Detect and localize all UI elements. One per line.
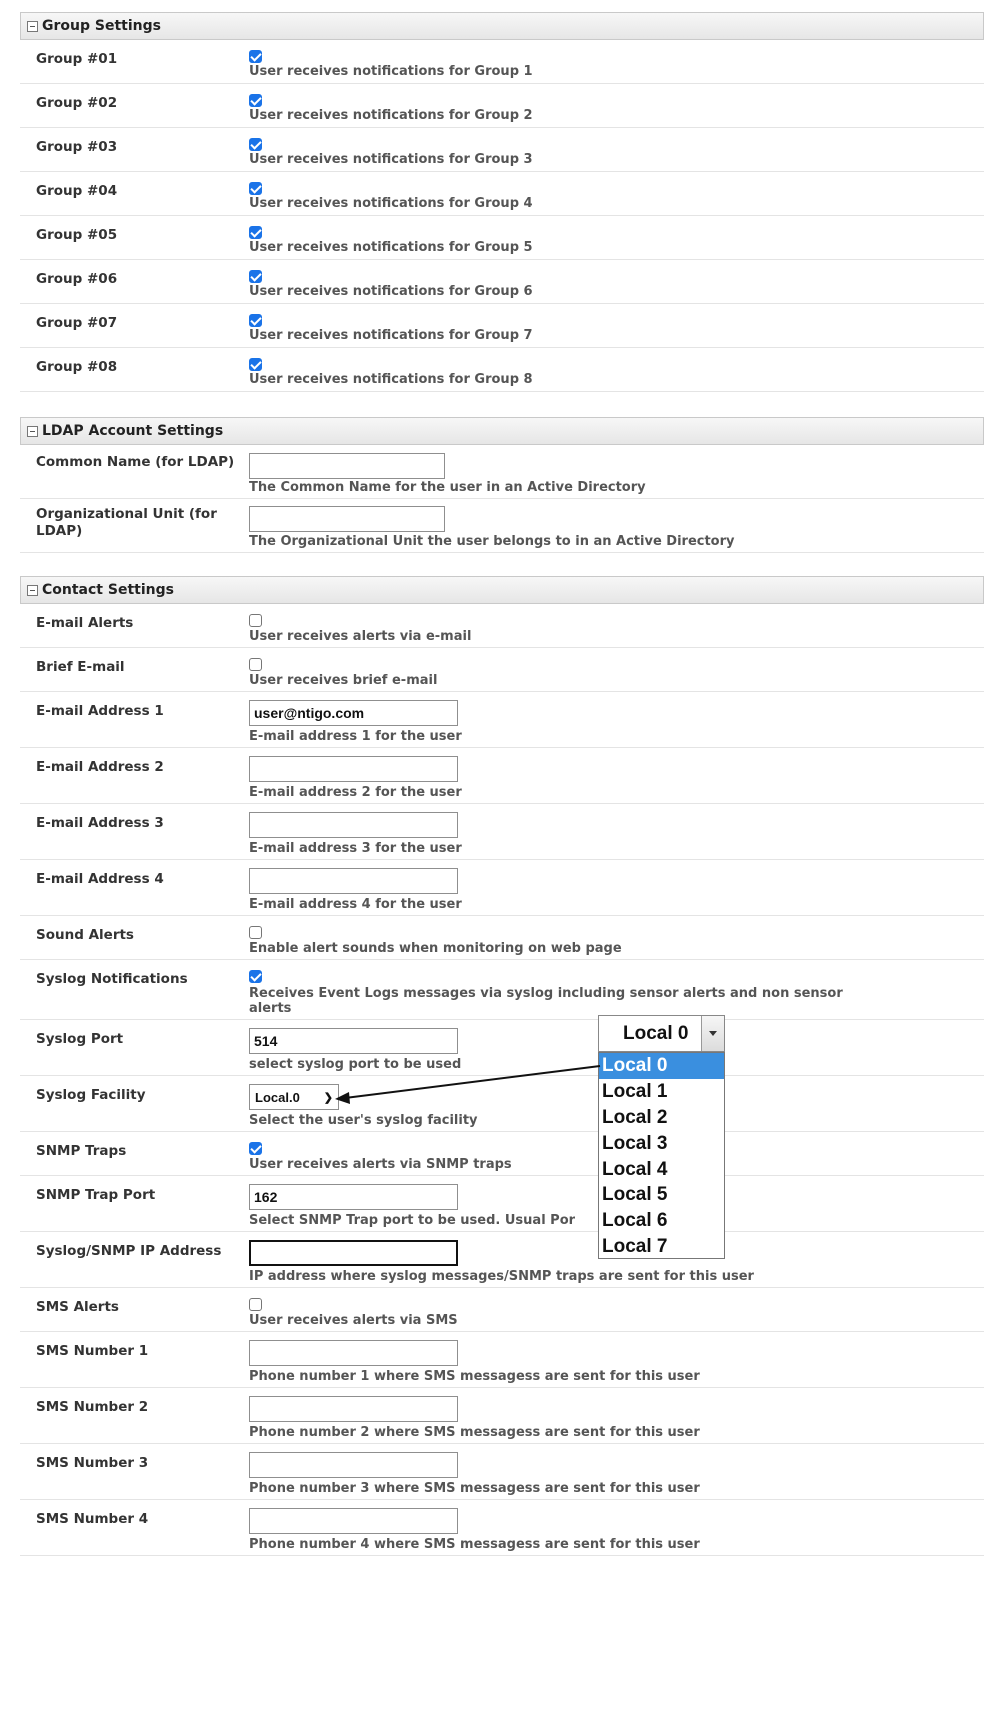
annotation-arrow [335,1065,601,1104]
